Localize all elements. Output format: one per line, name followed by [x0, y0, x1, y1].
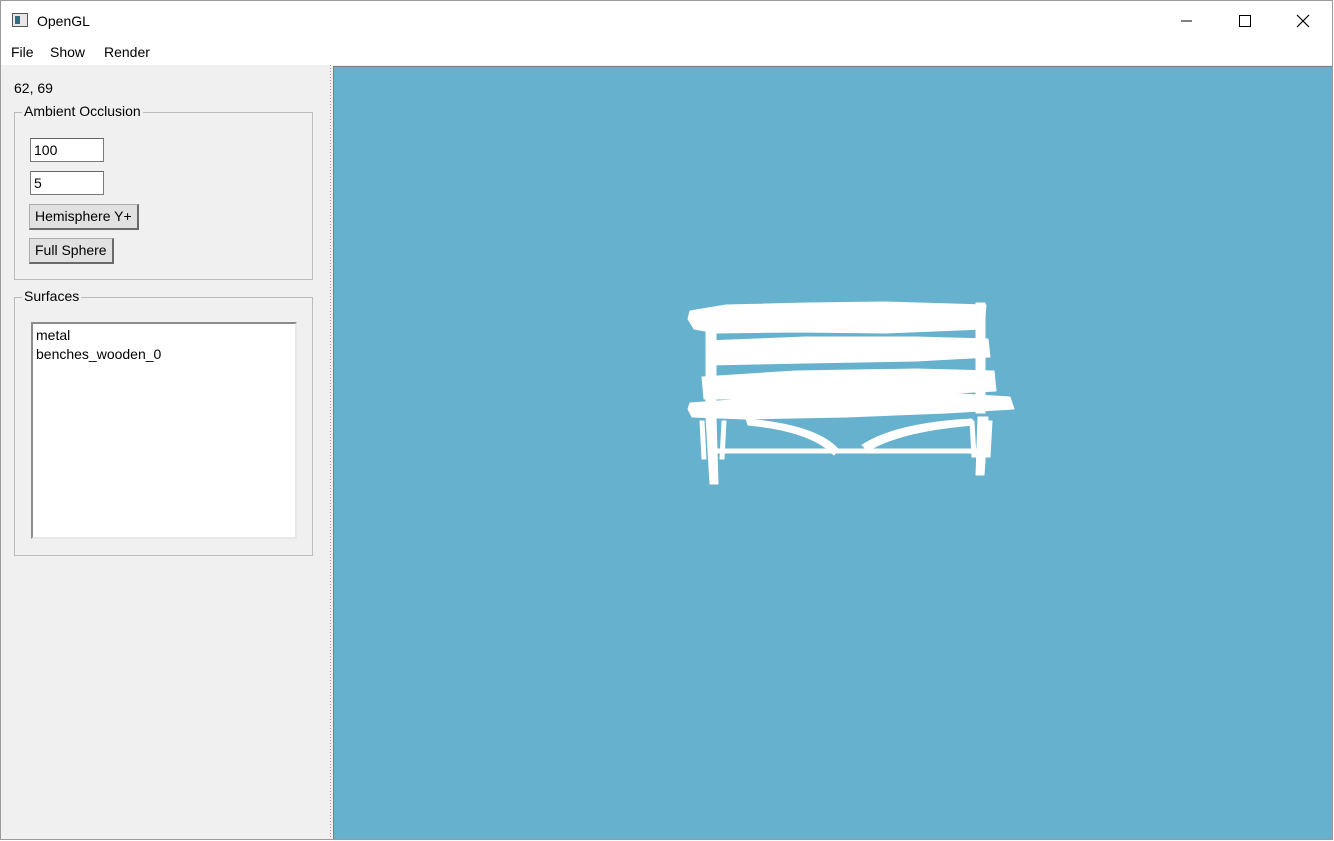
title-bar[interactable]: OpenGL	[1, 1, 1332, 41]
minimize-icon	[1181, 20, 1192, 22]
minimize-button[interactable]	[1158, 1, 1216, 41]
surfaces-group: Surfaces metal benches_wooden_0	[14, 288, 313, 556]
maximize-icon	[1239, 15, 1251, 27]
cursor-coordinates: 62, 69	[14, 80, 53, 96]
full-sphere-button[interactable]: Full Sphere	[29, 238, 114, 264]
opengl-viewport[interactable]	[333, 66, 1332, 839]
menu-file[interactable]: File	[9, 44, 36, 60]
menu-render[interactable]: Render	[102, 44, 152, 60]
menu-show[interactable]: Show	[48, 44, 87, 60]
list-item[interactable]: benches_wooden_0	[36, 345, 292, 364]
ao-distance-field[interactable]: 5	[30, 171, 104, 195]
close-button[interactable]	[1274, 1, 1332, 41]
window-title: OpenGL	[37, 13, 90, 29]
list-item[interactable]: metal	[36, 326, 292, 345]
surfaces-listbox[interactable]: metal benches_wooden_0	[31, 322, 297, 539]
ambient-occlusion-title: Ambient Occlusion	[22, 103, 143, 119]
close-icon	[1296, 14, 1310, 28]
ao-samples-field[interactable]: 100	[30, 138, 104, 162]
hemisphere-y-button[interactable]: Hemisphere Y+	[29, 204, 139, 230]
opengl-window: OpenGL File Show Render 62, 69 Ambient O…	[0, 0, 1333, 840]
left-panel: 62, 69 Ambient Occlusion 100 5 Hemispher…	[1, 65, 328, 839]
ambient-occlusion-group: Ambient Occlusion 100 5 Hemisphere Y+ Fu…	[14, 103, 313, 280]
splitter-handle[interactable]	[330, 65, 331, 839]
bench-model	[687, 301, 1015, 485]
menu-bar: File Show Render	[1, 41, 1332, 65]
surfaces-title: Surfaces	[22, 288, 82, 304]
app-icon	[12, 13, 28, 27]
maximize-button[interactable]	[1216, 1, 1274, 41]
